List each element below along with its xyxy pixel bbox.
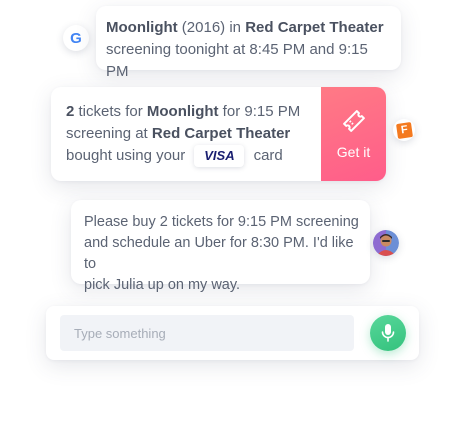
- movie-title: Moonlight: [106, 19, 178, 36]
- message-input[interactable]: [60, 315, 354, 351]
- fandango-logo-icon: F: [395, 121, 413, 139]
- fandango-avatar: F: [393, 119, 415, 141]
- assistant-message-showtimes: Moonlight (2016) in Red Carpet Theater s…: [96, 6, 401, 80]
- movie-title: Moonlight: [146, 103, 219, 120]
- message-line: Please buy 2 tickets for 9:15 PM screeni…: [84, 214, 359, 230]
- message-text: for 9:15 PM: [218, 103, 301, 120]
- message-line: pick Julia up on my way.: [84, 277, 241, 293]
- message-line: Moonlight (2016) in Red Carpet Theater: [106, 17, 389, 39]
- ticket-icon: [342, 110, 365, 132]
- visa-card-icon: VISA: [194, 145, 244, 167]
- message-composer: [46, 306, 419, 360]
- message-text: card: [249, 147, 283, 164]
- message-text: tickets for: [74, 103, 147, 120]
- user-avatar-icon: [373, 230, 399, 256]
- message-line: screening at Red Carpet Theater: [66, 123, 316, 145]
- user-photo: [373, 230, 399, 256]
- theater-name: Red Carpet Theater: [151, 125, 291, 142]
- message-line: bought using your VISA card: [66, 145, 316, 167]
- theater-name: Red Carpet Theater: [245, 19, 384, 36]
- user-message: Please buy 2 tickets for 9:15 PM screeni…: [71, 200, 370, 293]
- microphone-icon: [381, 324, 395, 342]
- message-text: (2016) in: [177, 19, 246, 36]
- message-line: 2 tickets for Moonlight for 9:15 PM: [66, 101, 316, 123]
- message-text: bought using your: [66, 147, 190, 164]
- booking-confirmation-card: 2 tickets for Moonlight for 9:15 PM scre…: [51, 87, 386, 181]
- microphone-button[interactable]: [370, 315, 406, 351]
- message-text: screening at: [66, 125, 152, 142]
- message-line: and schedule an Uber for 8:30 PM. I'd li…: [84, 235, 354, 272]
- booking-text: 2 tickets for Moonlight for 9:15 PM scre…: [66, 101, 316, 167]
- get-it-button[interactable]: Get it: [321, 87, 386, 181]
- get-it-label: Get it: [336, 144, 371, 160]
- google-avatar: G: [63, 25, 89, 51]
- message-line: screening toonight at 8:45 PM and 9:15 P…: [106, 41, 368, 80]
- chat-window: G Moonlight (2016) in Red Carpet Theater…: [0, 0, 465, 426]
- google-logo-icon: G: [70, 29, 82, 47]
